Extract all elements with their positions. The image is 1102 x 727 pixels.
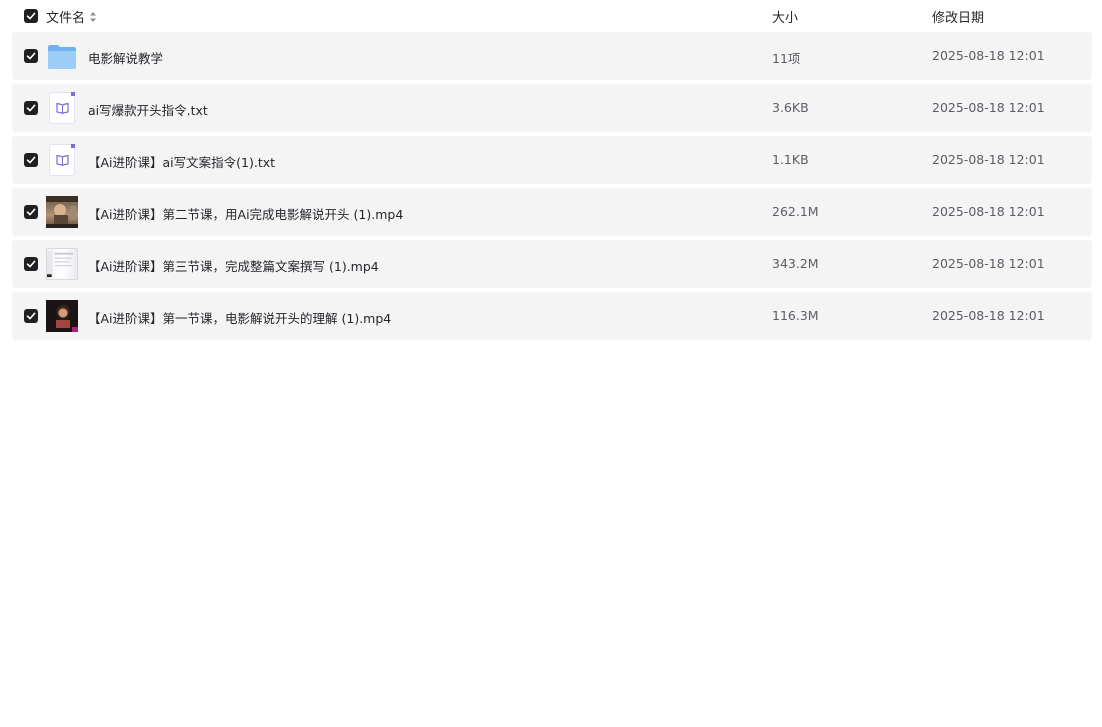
file-row[interactable]: 【Ai进阶课】第二节课，用Ai完成电影解说开头 (1).mp4 262.1M 2…	[12, 188, 1092, 236]
row-checkbox[interactable]	[24, 257, 38, 271]
file-date: 2025-08-18 12:01	[932, 256, 1045, 271]
file-date: 2025-08-18 12:01	[932, 100, 1045, 115]
row-checkbox[interactable]	[24, 205, 38, 219]
file-size: 11项	[772, 51, 801, 66]
row-checkbox[interactable]	[24, 49, 38, 63]
file-date: 2025-08-18 12:01	[932, 48, 1045, 63]
file-date: 2025-08-18 12:01	[932, 204, 1045, 219]
sort-icon[interactable]	[89, 11, 97, 23]
column-header-size[interactable]: 大小	[772, 7, 798, 26]
checkmark-icon	[26, 12, 36, 20]
folder-icon	[46, 40, 78, 72]
file-name[interactable]: 【Ai进阶课】第二节课，用Ai完成电影解说开头 (1).mp4	[88, 204, 403, 223]
checkmark-icon	[26, 312, 36, 320]
column-header-name-label: 文件名	[46, 11, 86, 26]
file-size: 116.3M	[772, 308, 819, 323]
file-row[interactable]: 【Ai进阶课】第一节课，电影解说开头的理解 (1).mp4 116.3M 202…	[12, 292, 1092, 340]
checkmark-icon	[26, 104, 36, 112]
file-name[interactable]: ai写爆款开头指令.txt	[88, 100, 208, 119]
video-thumbnail	[46, 248, 78, 280]
file-date: 2025-08-18 12:01	[932, 308, 1045, 323]
file-row[interactable]: 【Ai进阶课】ai写文案指令(1).txt 1.1KB 2025-08-18 1…	[12, 136, 1092, 184]
text-document-icon	[49, 144, 75, 176]
text-document-icon	[49, 92, 75, 124]
checkmark-icon	[26, 208, 36, 216]
file-date: 2025-08-18 12:01	[932, 152, 1045, 167]
checkmark-icon	[26, 156, 36, 164]
file-size: 3.6KB	[772, 100, 809, 115]
file-size: 1.1KB	[772, 152, 809, 167]
file-list-header: 文件名 大小 修改日期	[12, 0, 1092, 32]
video-thumbnail	[46, 300, 78, 332]
file-list: 文件名 大小 修改日期 电影解说教学 11项 2025-08-18 12:01 …	[12, 0, 1092, 344]
row-checkbox[interactable]	[24, 101, 38, 115]
column-header-name[interactable]: 文件名	[46, 7, 97, 26]
file-size: 343.2M	[772, 256, 819, 271]
select-all-checkbox[interactable]	[24, 9, 38, 23]
video-thumbnail	[46, 196, 78, 228]
file-name[interactable]: 【Ai进阶课】ai写文案指令(1).txt	[88, 152, 275, 171]
row-checkbox[interactable]	[24, 309, 38, 323]
checkmark-icon	[26, 52, 36, 60]
file-name[interactable]: 【Ai进阶课】第三节课，完成整篇文案撰写 (1).mp4	[88, 256, 379, 275]
file-row[interactable]: 【Ai进阶课】第三节课，完成整篇文案撰写 (1).mp4 343.2M 2025…	[12, 240, 1092, 288]
file-row[interactable]: ai写爆款开头指令.txt 3.6KB 2025-08-18 12:01	[12, 84, 1092, 132]
row-checkbox[interactable]	[24, 153, 38, 167]
checkmark-icon	[26, 260, 36, 268]
file-name[interactable]: 【Ai进阶课】第一节课，电影解说开头的理解 (1).mp4	[88, 308, 391, 327]
file-row[interactable]: 电影解说教学 11项 2025-08-18 12:01	[12, 32, 1092, 80]
file-size: 262.1M	[772, 204, 819, 219]
column-header-date[interactable]: 修改日期	[932, 7, 984, 26]
file-name[interactable]: 电影解说教学	[88, 48, 163, 67]
